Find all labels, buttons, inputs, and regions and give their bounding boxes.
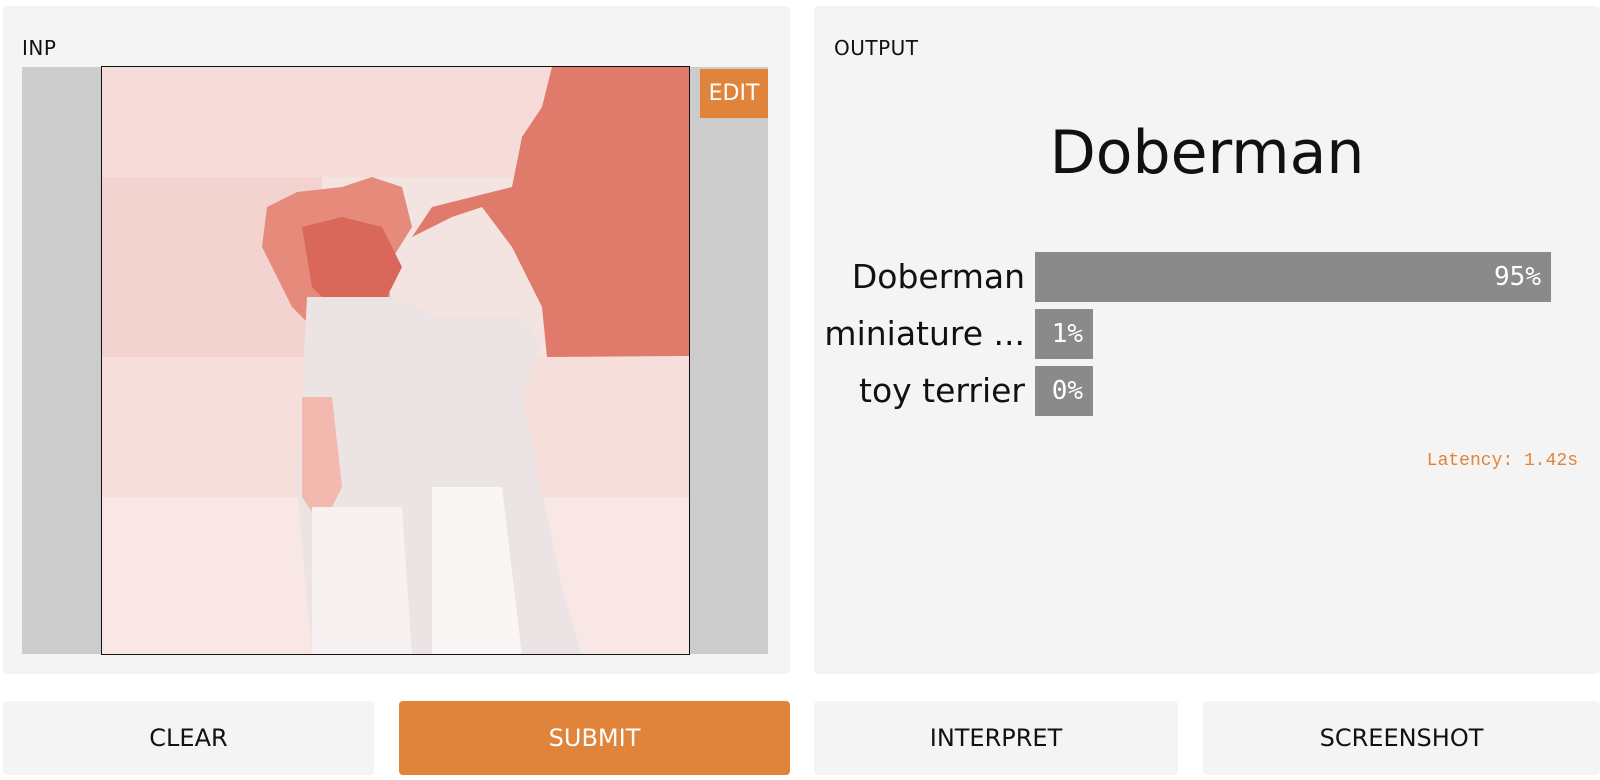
- confidence-percent: 0%: [1051, 376, 1083, 406]
- submit-button[interactable]: SUBMIT: [399, 701, 790, 775]
- confidence-label: Doberman: [851, 257, 1025, 296]
- confidence-row: miniature ... 1%: [814, 309, 1600, 359]
- confidence-bar: 95%: [1035, 252, 1551, 302]
- confidence-label: miniature ...: [824, 314, 1025, 353]
- top-prediction-label: Doberman: [1049, 118, 1365, 188]
- output-panel-label: OUTPUT: [834, 36, 919, 60]
- input-panel-label: INP: [22, 36, 57, 60]
- clear-button[interactable]: CLEAR: [3, 701, 374, 775]
- confidence-percent: 1%: [1051, 319, 1083, 349]
- confidence-bar: 1%: [1035, 309, 1093, 359]
- confidence-row: toy terrier 0%: [814, 366, 1600, 416]
- edit-button[interactable]: EDIT: [700, 69, 768, 118]
- confidence-row: Doberman 95%: [814, 252, 1600, 302]
- confidence-percent: 95%: [1494, 262, 1541, 292]
- interpretation-overlay: [102, 67, 689, 654]
- interpretation-image: [101, 66, 690, 655]
- confidence-label: toy terrier: [859, 371, 1025, 410]
- interpret-button[interactable]: INTERPRET: [814, 701, 1178, 775]
- latency-text: Latency: 1.42s: [1426, 451, 1578, 471]
- screenshot-button[interactable]: SCREENSHOT: [1203, 701, 1600, 775]
- confidence-bar: 0%: [1035, 366, 1093, 416]
